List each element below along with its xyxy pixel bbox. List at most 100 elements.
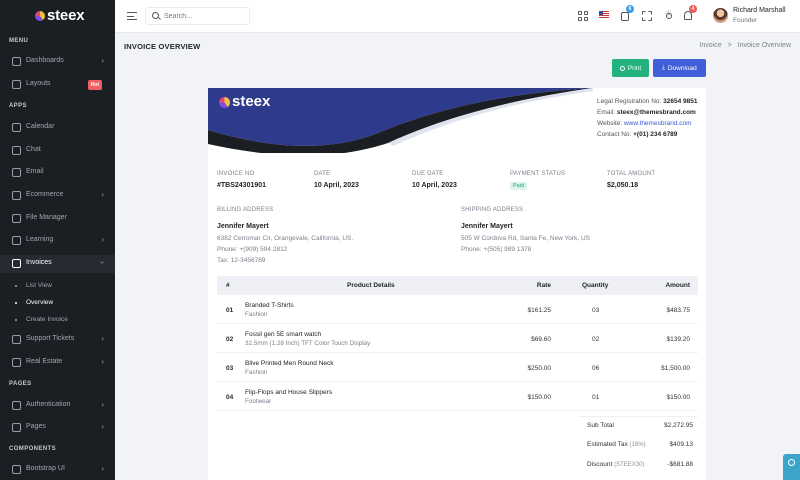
subitem-label: Overview xyxy=(26,299,54,306)
tax-label: Estimated Tax (18%) xyxy=(587,441,646,448)
customizer-toggle[interactable] xyxy=(783,454,800,480)
user-name[interactable]: Richard Marshall xyxy=(733,7,786,14)
search-box[interactable] xyxy=(145,7,250,25)
col-amount: Amount xyxy=(665,282,690,289)
shopping-bag-icon[interactable] xyxy=(621,12,629,21)
product-category: Footwear xyxy=(245,398,272,405)
sidebar-item-pages[interactable]: Pages › xyxy=(0,419,115,437)
billing-address-label: BILLING ADDRESS xyxy=(217,207,274,213)
shipping-phone: Phone: +(505) 989 1378 xyxy=(461,246,532,253)
fullscreen-icon[interactable] xyxy=(642,11,652,21)
product-rate: $69.60 xyxy=(531,336,551,343)
billing-tax: Tax: 12-3456789 xyxy=(217,257,266,264)
product-category: Fashion xyxy=(245,311,268,318)
sidebar-item-file-manager[interactable]: File Manager xyxy=(0,210,115,228)
subitem-label: Create Invoice xyxy=(26,316,68,323)
us-flag-icon[interactable] xyxy=(599,11,609,19)
contact-label: Contact No: xyxy=(597,131,632,138)
product-name: Flip-Flops and House Slippers xyxy=(245,389,333,396)
chevron-down-icon: › xyxy=(98,261,108,264)
chevron-right-icon: › xyxy=(101,464,104,473)
sidebar-item-ecommerce[interactable]: Ecommerce › xyxy=(0,187,115,205)
print-button[interactable]: Print xyxy=(612,59,649,77)
user-role: Founder xyxy=(733,17,758,24)
subitem-label: List View xyxy=(26,282,52,289)
sidebar-subitem-list-view[interactable]: List View xyxy=(0,279,115,293)
due-date: 10 April, 2023 xyxy=(412,182,457,189)
hamburger-menu-icon[interactable] xyxy=(127,12,137,20)
pages-icon xyxy=(12,423,21,432)
product-rate: $161.25 xyxy=(527,307,552,314)
product-quantity: 06 xyxy=(592,365,600,372)
bullet-icon xyxy=(15,302,17,304)
product-amount: $139.20 xyxy=(666,336,691,343)
sidebar-subitem-overview[interactable]: Overview xyxy=(0,296,115,310)
page-title: INVOICE OVERVIEW xyxy=(124,42,201,51)
summary-divider xyxy=(579,416,698,417)
contact-value: +(01) 234 6789 xyxy=(633,131,678,138)
chevron-right-icon: › xyxy=(101,235,104,244)
sidebar-item-authentication[interactable]: Authentication › xyxy=(0,397,115,415)
invoice-no-label: INVOICE NO xyxy=(217,171,255,177)
bullet-icon xyxy=(15,319,17,321)
product-rate: $150.00 xyxy=(527,394,552,401)
section-pages: PAGES xyxy=(9,381,32,387)
search-icon xyxy=(152,12,159,19)
product-name: Fossil gen 5E smart watch xyxy=(245,331,322,338)
total-amount: $2,050.18 xyxy=(607,182,639,189)
discount-label: Discount (STEEX30) xyxy=(587,461,644,468)
apps-grid-icon[interactable] xyxy=(578,11,588,21)
sidebar-item-real-estate[interactable]: Real Estate › xyxy=(0,354,115,372)
invoice-date: 10 April, 2023 xyxy=(314,182,359,189)
discount-value: -$681.88 xyxy=(667,461,693,468)
product-amount: $483.75 xyxy=(666,307,691,314)
email-icon xyxy=(12,168,21,177)
lock-icon xyxy=(12,401,21,410)
product-category: 32.5mm (1.28 Inch) TFT Color Touch Displ… xyxy=(245,340,371,347)
row-number: 04 xyxy=(226,394,234,401)
col-quantity: Quantity xyxy=(582,282,609,289)
product-amount: $150.00 xyxy=(666,394,691,401)
sidebar-item-label: Authentication xyxy=(26,401,71,408)
breadcrumb-current: Invoice Overview xyxy=(737,42,791,49)
discount-code: (STEEX30) xyxy=(614,462,645,468)
brand-name[interactable]: steex xyxy=(47,7,85,24)
layout-icon xyxy=(12,80,21,89)
search-input[interactable] xyxy=(164,11,244,22)
cart-count-badge: 6 xyxy=(626,5,634,13)
website-link[interactable]: www.themesbrand.com xyxy=(624,120,692,127)
brand-logo-icon xyxy=(35,11,45,21)
sidebar-item-invoices[interactable]: Invoices › xyxy=(0,255,115,273)
sidebar-item-learning[interactable]: Learning › xyxy=(0,232,115,250)
dashboard-icon xyxy=(12,57,21,66)
download-button[interactable]: ⤓ Download xyxy=(653,59,706,77)
sidebar-item-chat[interactable]: Chat xyxy=(0,142,115,160)
theme-toggle-icon[interactable] xyxy=(664,9,674,21)
breadcrumb-separator: > xyxy=(727,42,732,49)
sidebar-item-dashboards[interactable]: Dashboards › xyxy=(0,53,115,71)
sidebar-item-label: Pages xyxy=(26,423,46,430)
sidebar-subitem-create-invoice[interactable]: Create Invoice xyxy=(0,313,115,327)
print-label: Print xyxy=(627,64,642,72)
email-label: Email: xyxy=(597,109,616,116)
ui-icon xyxy=(12,465,21,474)
email-value[interactable]: steex@themesbrand.com xyxy=(617,109,696,116)
breadcrumb-link-invoice[interactable]: Invoice xyxy=(699,42,721,49)
due-date-label: DUE DATE xyxy=(412,171,444,177)
reg-value: 32654 9851 xyxy=(663,98,698,105)
tax-label-text: Estimated Tax xyxy=(587,441,628,448)
sidebar-item-support-tickets[interactable]: Support Tickets › xyxy=(0,331,115,349)
sidebar-item-calendar[interactable]: Calendar xyxy=(0,119,115,137)
cart-icon xyxy=(12,191,21,200)
sidebar-item-layouts[interactable]: Layouts Hot xyxy=(0,76,115,94)
gear-icon xyxy=(788,459,795,466)
shipping-address: 505 W Cordova Rd, Santa Fe, New York, US xyxy=(461,235,590,242)
sidebar-item-label: Calendar xyxy=(26,123,55,130)
invoice-no: #TBS24301901 xyxy=(217,182,267,189)
chevron-right-icon: › xyxy=(101,422,104,431)
sidebar-item-bootstrap-ui[interactable]: Bootstrap UI › xyxy=(0,461,115,479)
reg-label: Legal Registration No: xyxy=(597,98,662,105)
col-product-details: Product Details xyxy=(347,282,395,289)
avatar[interactable] xyxy=(713,8,728,23)
sidebar-item-email[interactable]: Email xyxy=(0,164,115,182)
